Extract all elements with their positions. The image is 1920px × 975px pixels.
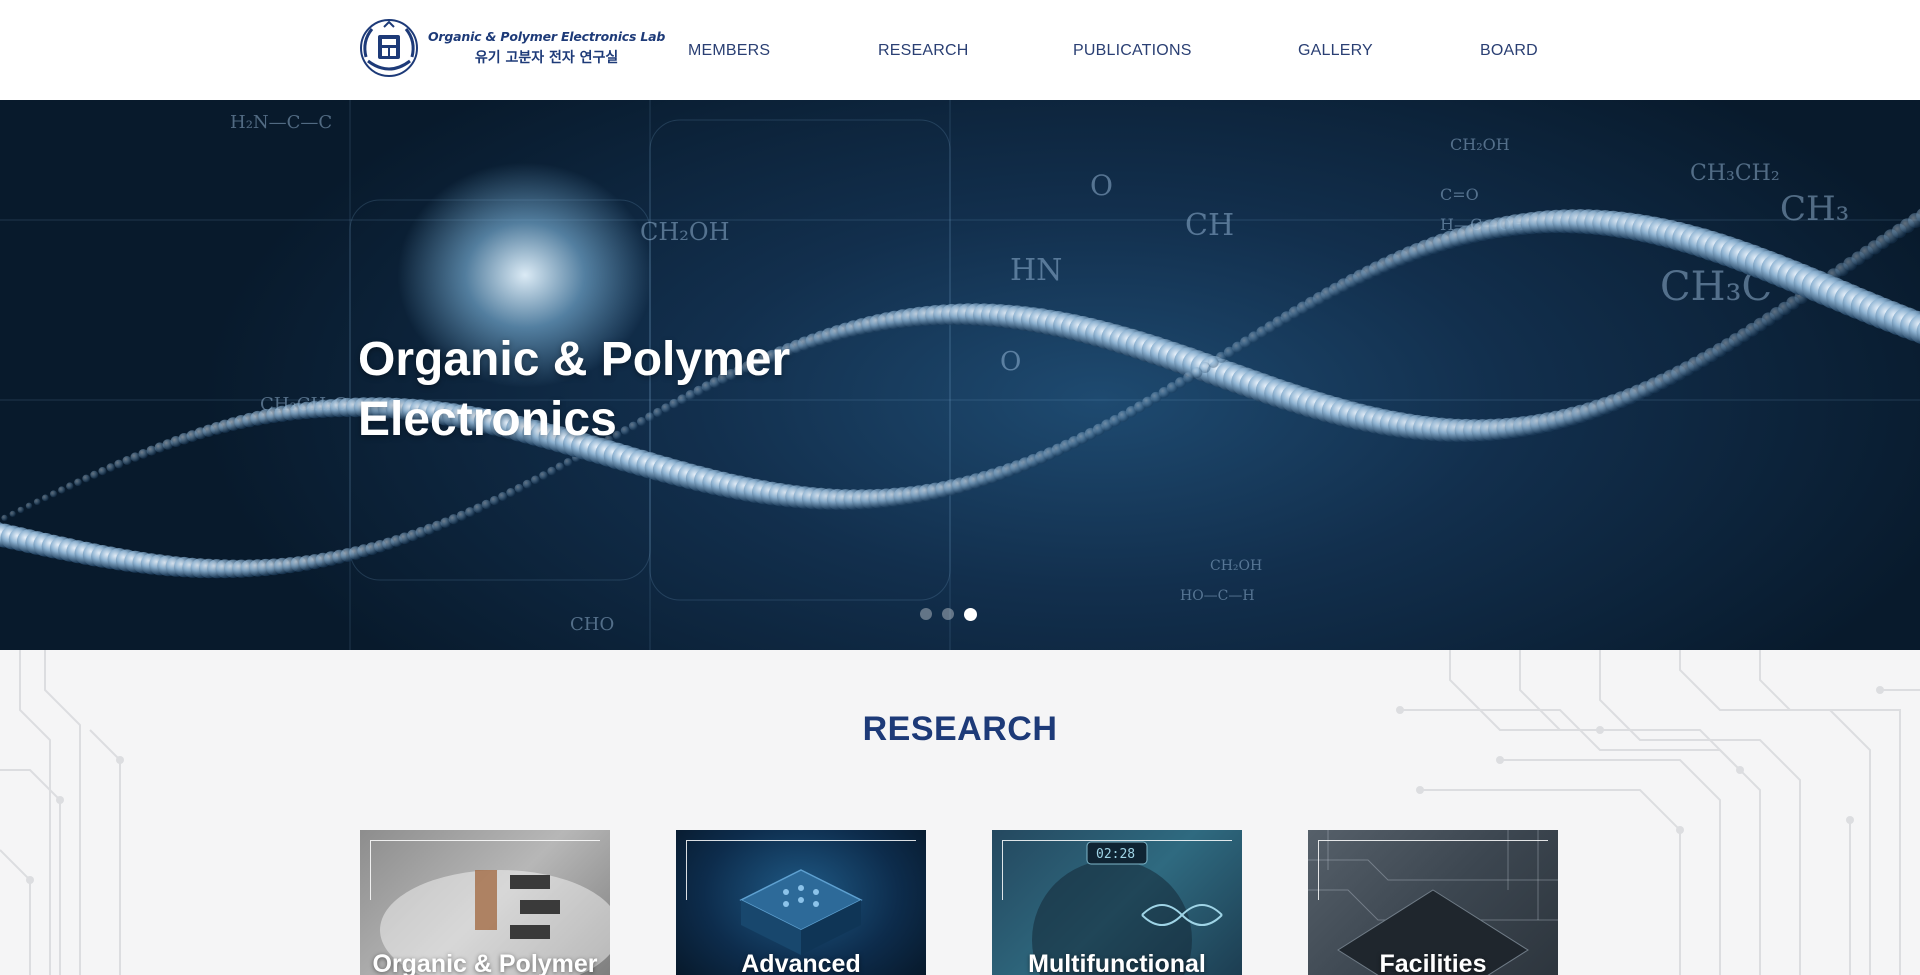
nav-item-research[interactable]: RESEARCH bbox=[878, 42, 969, 60]
hero-background-image: H₂N—C—C CH₂OH HN O CH O CH₃C CH₃CH₂ CH₃ … bbox=[0, 100, 1920, 650]
research-card-label: Organic & Polymer bbox=[372, 950, 598, 975]
nav-item-board[interactable]: BOARD bbox=[1480, 42, 1538, 60]
svg-text:CH₂OH: CH₂OH bbox=[1210, 558, 1262, 574]
nav-item-members[interactable]: MEMBERS bbox=[688, 42, 770, 60]
circuit-background-pattern bbox=[0, 650, 1920, 975]
svg-text:CH₂OH: CH₂OH bbox=[1450, 135, 1510, 154]
research-heading: RESEARCH bbox=[862, 710, 1058, 748]
svg-text:C=O: C=O bbox=[1440, 185, 1479, 204]
hero-title: Organic & Polymer Electronics bbox=[358, 330, 790, 450]
research-card-advanced[interactable]: Advanced bbox=[676, 830, 926, 975]
slider-pagination bbox=[920, 608, 977, 621]
svg-text:CHO: CHO bbox=[570, 614, 614, 635]
research-card-label: Multifunctional bbox=[1028, 950, 1206, 975]
research-card-label: Facilities bbox=[1379, 950, 1487, 975]
svg-text:CH₃: CH₃ bbox=[1780, 189, 1849, 229]
slider-dot-2[interactable] bbox=[942, 608, 954, 620]
card-frame bbox=[1318, 840, 1548, 900]
card-frame bbox=[686, 840, 916, 900]
nav-item-gallery[interactable]: GALLERY bbox=[1298, 42, 1373, 60]
svg-text:HN: HN bbox=[1010, 253, 1062, 288]
slider-dot-3[interactable] bbox=[964, 608, 977, 621]
nav-item-publications[interactable]: PUBLICATIONS bbox=[1073, 42, 1192, 60]
research-card-label: Advanced bbox=[741, 950, 861, 975]
research-card-organic-polymer[interactable]: Organic & Polymer bbox=[360, 830, 610, 975]
research-section: RESEARCH Organic & Polymer Advanced 02:2… bbox=[0, 650, 1920, 975]
hero-title-line2: Electronics bbox=[358, 393, 617, 446]
hero-slider: H₂N—C—C CH₂OH HN O CH O CH₃C CH₃CH₂ CH₃ … bbox=[0, 100, 1920, 650]
main-nav: MEMBERS RESEARCH PUBLICATIONS GALLERY BO… bbox=[0, 0, 1920, 100]
card-frame bbox=[370, 840, 600, 900]
slider-dot-1[interactable] bbox=[920, 608, 932, 620]
research-card-facilities[interactable]: Facilities bbox=[1308, 830, 1558, 975]
svg-text:O: O bbox=[1090, 169, 1113, 202]
svg-text:CH₃CH₂: CH₃CH₂ bbox=[1690, 161, 1780, 186]
hero-title-line1: Organic & Polymer bbox=[358, 333, 791, 386]
research-card-multifunctional[interactable]: 02:28 Multifunctional bbox=[992, 830, 1242, 975]
svg-text:CH₂OH: CH₂OH bbox=[640, 218, 730, 246]
site-header: Organic & Polymer Electronics Lab 유기 고분자… bbox=[0, 0, 1920, 100]
card-frame bbox=[1002, 840, 1232, 900]
svg-text:H₂N—C—C: H₂N—C—C bbox=[230, 112, 332, 133]
svg-text:CH: CH bbox=[1185, 208, 1234, 243]
svg-text:HO—C—H: HO—C—H bbox=[1180, 588, 1255, 604]
svg-text:O: O bbox=[1000, 347, 1021, 377]
